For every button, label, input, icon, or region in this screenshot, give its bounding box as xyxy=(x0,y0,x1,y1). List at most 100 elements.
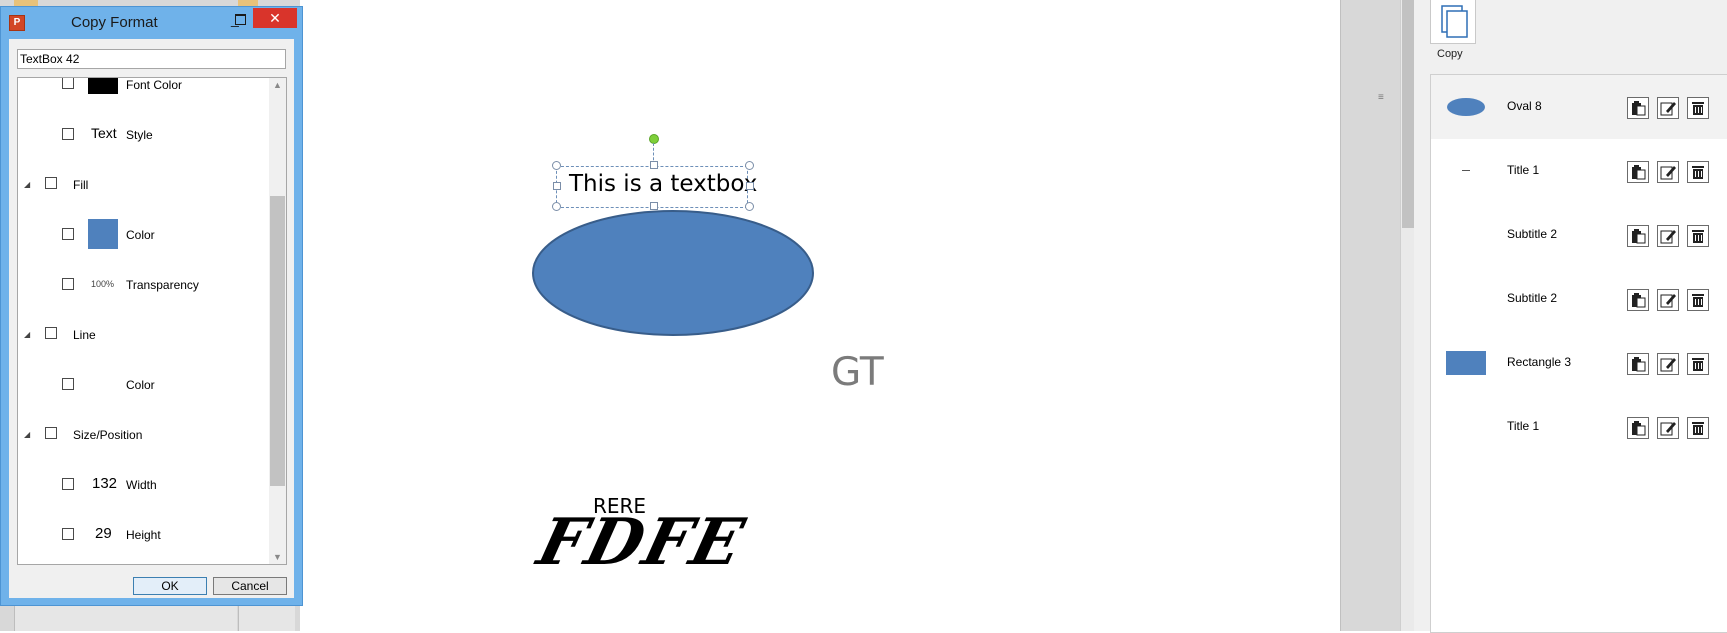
resize-handle[interactable] xyxy=(552,161,561,170)
style-label: Style xyxy=(126,128,153,142)
height-label: Height xyxy=(126,528,161,542)
format-tree[interactable]: Font Color Text Style ◢ Fill Color 100% … xyxy=(17,77,287,565)
list-item[interactable]: Rectangle 3 xyxy=(1431,331,1727,395)
clipboard-paste-icon xyxy=(1632,357,1646,372)
trash-icon xyxy=(1692,358,1704,371)
copy-label: Copy xyxy=(1437,48,1463,60)
list-item[interactable]: Title 1 xyxy=(1431,139,1727,203)
title-thumbnail-icon xyxy=(1462,170,1470,171)
edit-button[interactable] xyxy=(1657,161,1679,183)
vertical-scrollbar[interactable] xyxy=(1400,0,1415,631)
delete-button[interactable] xyxy=(1687,353,1709,375)
resize-handle[interactable] xyxy=(553,182,561,190)
maximize-button[interactable] xyxy=(235,14,246,25)
paste-button[interactable] xyxy=(1627,97,1649,119)
paste-button[interactable] xyxy=(1627,417,1649,439)
resize-handle[interactable] xyxy=(745,161,754,170)
width-label: Width xyxy=(126,478,157,492)
style-preview: Text xyxy=(91,125,117,141)
clipboard-paste-icon xyxy=(1632,229,1646,244)
edit-button[interactable] xyxy=(1657,289,1679,311)
width-checkbox[interactable] xyxy=(62,478,74,490)
tree-scrollbar[interactable]: ▲ ▼ xyxy=(269,78,286,564)
collapse-triangle-icon[interactable]: ◢ xyxy=(24,430,30,439)
line-color-checkbox[interactable] xyxy=(62,378,74,390)
oval-thumbnail-icon xyxy=(1447,98,1485,116)
height-preview: 29 xyxy=(95,525,112,542)
tree-scrollbar-thumb[interactable] xyxy=(270,196,285,486)
close-icon: ✕ xyxy=(269,10,281,26)
edit-pencil-icon xyxy=(1660,294,1676,308)
ok-button[interactable]: OK xyxy=(133,577,207,595)
edit-pencil-icon xyxy=(1660,422,1676,436)
scroll-up-icon[interactable]: ▲ xyxy=(273,80,282,90)
scrollbar-thumb[interactable] xyxy=(1402,0,1414,228)
delete-button[interactable] xyxy=(1687,417,1709,439)
width-preview: 132 xyxy=(92,475,118,492)
rectangle-thumbnail-icon xyxy=(1446,351,1486,375)
line-checkbox[interactable] xyxy=(45,327,57,339)
shape-name-field[interactable] xyxy=(17,49,286,69)
fill-color-checkbox[interactable] xyxy=(62,228,74,240)
list-item-label: Title 1 xyxy=(1507,163,1540,177)
line-color-label: Color xyxy=(126,378,155,392)
list-item[interactable]: Subtitle 2 xyxy=(1431,203,1727,267)
paste-button[interactable] xyxy=(1627,225,1649,247)
dialog-title: Copy Format xyxy=(71,14,158,31)
edit-button[interactable] xyxy=(1657,97,1679,119)
height-checkbox[interactable] xyxy=(62,528,74,540)
resize-handle[interactable] xyxy=(746,182,754,190)
gt-text[interactable]: GT xyxy=(831,350,884,395)
list-item[interactable]: Subtitle 2 xyxy=(1431,267,1727,331)
transparency-label: Transparency xyxy=(126,278,199,292)
slide-canvas[interactable] xyxy=(300,0,1340,631)
edit-button[interactable] xyxy=(1657,417,1679,439)
paste-button[interactable] xyxy=(1627,289,1649,311)
list-item-label: Oval 8 xyxy=(1507,99,1542,113)
delete-button[interactable] xyxy=(1687,289,1709,311)
powerpoint-app-icon: P xyxy=(9,15,25,31)
paste-button[interactable] xyxy=(1627,161,1649,183)
font-color-label: Font Color xyxy=(126,78,183,92)
splitter-grip-icon[interactable]: ≡ xyxy=(1378,93,1386,106)
transparency-checkbox[interactable] xyxy=(62,278,74,290)
trash-icon xyxy=(1692,422,1704,435)
size-position-label: Size/Position xyxy=(73,428,143,442)
font-color-checkbox[interactable] xyxy=(62,78,74,89)
collapse-triangle-icon[interactable]: ◢ xyxy=(24,330,30,339)
close-button[interactable]: ✕ xyxy=(253,8,297,28)
trash-icon xyxy=(1692,294,1704,307)
edit-button[interactable] xyxy=(1657,225,1679,247)
trash-icon xyxy=(1692,102,1704,115)
trash-icon xyxy=(1692,230,1704,243)
delete-button[interactable] xyxy=(1687,161,1709,183)
edit-button[interactable] xyxy=(1657,353,1679,375)
scroll-down-icon[interactable]: ▼ xyxy=(273,552,282,562)
fdfe-text[interactable]: FDFE xyxy=(531,505,753,580)
paste-button[interactable] xyxy=(1627,353,1649,375)
format-list: Oval 8 Title 1 Subtitle 2 Subtitle 2 Rec… xyxy=(1430,74,1727,633)
list-item[interactable]: Title 1 xyxy=(1431,395,1727,459)
delete-button[interactable] xyxy=(1687,97,1709,119)
collapse-triangle-icon[interactable]: ◢ xyxy=(24,180,30,189)
clipboard-paste-icon xyxy=(1632,165,1646,180)
splitter-area: ≡ xyxy=(1340,0,1401,631)
style-checkbox[interactable] xyxy=(62,128,74,140)
oval-shape[interactable] xyxy=(530,208,816,340)
list-item[interactable]: Oval 8 xyxy=(1431,75,1727,139)
fill-checkbox[interactable] xyxy=(45,177,57,189)
delete-button[interactable] xyxy=(1687,225,1709,247)
list-item-label: Title 1 xyxy=(1507,419,1540,433)
edit-pencil-icon xyxy=(1660,166,1676,180)
dialog-body: Font Color Text Style ◢ Fill Color 100% … xyxy=(9,39,294,598)
rotation-handle[interactable] xyxy=(649,134,659,144)
edit-pencil-icon xyxy=(1660,358,1676,372)
resize-handle[interactable] xyxy=(650,161,658,169)
cancel-button[interactable]: Cancel xyxy=(213,577,287,595)
copy-button[interactable] xyxy=(1430,0,1476,44)
edit-pencil-icon xyxy=(1660,230,1676,244)
size-position-checkbox[interactable] xyxy=(45,427,57,439)
transparency-preview: 100% xyxy=(91,279,115,289)
clipboard-paste-icon xyxy=(1632,421,1646,436)
fill-color-swatch xyxy=(88,219,118,249)
